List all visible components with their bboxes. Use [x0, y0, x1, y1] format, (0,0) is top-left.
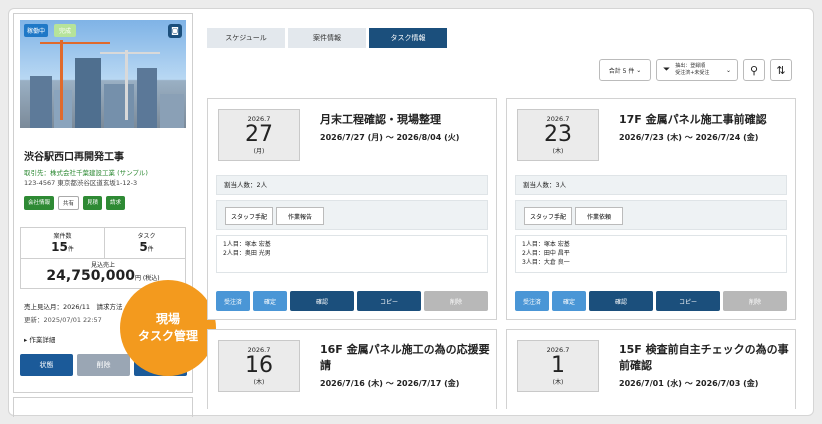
copy-button[interactable]: コピー	[357, 291, 421, 311]
task-actions: 受注済 確定 確認 コピー 削除	[515, 291, 787, 311]
sort-button[interactable]: ⇅	[770, 59, 792, 81]
task-assign-count: 割当人数：3人	[515, 175, 787, 195]
chevron-down-icon: ⌄	[636, 66, 642, 74]
task-period: 2026/7/23 (木) 〜 2026/7/24 (金)	[619, 133, 759, 142]
task-title[interactable]: 月末工程確認・現場整理	[320, 111, 441, 127]
stat-cases-label: 案件数	[53, 233, 72, 240]
task-person: 2人目：田中 昌平	[522, 250, 570, 257]
status-button[interactable]: 状態	[20, 354, 73, 376]
project-updated: 更新：2025/07/01 22:57	[24, 316, 102, 324]
task-date-weekday: (月)	[253, 148, 265, 155]
toolbar: 合計 5 件 ⌄ ⏷ 抽出：登録順 受注済+未受注 ⌄ ⚲ ⇅	[599, 59, 792, 81]
project-sales-month: 売上見込月：2026/11 請求方法	[24, 303, 123, 311]
filter-line2: 受注済+未受注	[675, 70, 710, 76]
task-assign-count: 割当人数：2人	[216, 175, 488, 195]
stat-tasks-unit: 件	[147, 246, 154, 253]
task-date: 2026.7 27 (月)	[218, 109, 300, 161]
task-period: 2026/7/16 (木) 〜 2026/7/17 (金)	[320, 379, 460, 388]
tag-estimate[interactable]: 見積	[83, 196, 103, 210]
stat-tasks: タスク 5件	[105, 228, 188, 258]
ordered-button[interactable]: 受注済	[216, 291, 250, 311]
feature-bubble: 現場 タスク管理	[120, 280, 216, 376]
filter-select[interactable]: ⏷ 抽出：登録順 受注済+未受注 ⌄	[656, 59, 738, 81]
confirm-button[interactable]: 確認	[290, 291, 354, 311]
fixed-button[interactable]: 確定	[253, 291, 287, 311]
count-select[interactable]: 合計 5 件 ⌄	[599, 59, 651, 81]
status-badge-complete: 完成	[54, 24, 77, 37]
tag-company-info[interactable]: 会社情報	[24, 196, 55, 210]
status-badge-running: 稼働中	[24, 24, 49, 37]
count-label: 合計 5 件	[608, 67, 635, 75]
task-date: 2026.7 23 (木)	[517, 109, 599, 161]
staff-arrange-button[interactable]: スタッフ手配	[524, 207, 572, 225]
task-date-weekday: (木)	[253, 379, 265, 386]
work-detail-toggle[interactable]: ▸ 作業詳細	[24, 334, 55, 344]
tab-bar: スケジュール 案件情報 タスク情報	[207, 28, 447, 48]
bubble-line1: 現場	[155, 312, 180, 326]
sort-icon: ⇅	[776, 63, 786, 77]
next-project-card	[13, 397, 193, 417]
task-person: 3人目：大倉 良一	[522, 259, 570, 266]
staff-arrange-button[interactable]: スタッフ手配	[225, 207, 273, 225]
project-client[interactable]: 取引先：株式会社千葉建設工業 (サンプル)	[24, 167, 148, 177]
task-date-day: 23	[544, 122, 572, 147]
task-people: 1人目：塚本 宏基 2人目：田中 昌平 3人目：大倉 良一	[515, 235, 787, 273]
tag-share[interactable]: 共有	[58, 196, 80, 210]
task-people: 1人目：塚本 宏基 2人目：奥田 光男	[216, 235, 488, 273]
project-address: 123-4567 東京都渋谷区道玄坂1-12-3	[24, 179, 138, 187]
stat-cases-value: 15	[51, 240, 68, 254]
task-period: 2026/7/01 (水) 〜 2026/7/03 (金)	[619, 379, 759, 388]
work-request-button[interactable]: 作業依頼	[575, 207, 623, 225]
task-person: 2人目：奥田 光男	[223, 250, 271, 257]
stat-cases: 案件数 15件	[21, 228, 104, 258]
project-title: 渋谷駅西口再開発工事	[24, 152, 124, 163]
delete-button[interactable]: 削除	[77, 354, 130, 376]
chevron-down-icon: ⌄	[725, 66, 731, 74]
work-report-button[interactable]: 作業報告	[276, 207, 324, 225]
divider	[21, 258, 185, 259]
task-card: 2026.7 23 (木) 17F 金属パネル施工事前確認 2026/7/23 …	[506, 98, 796, 320]
task-sub-actions: スタッフ手配 作業依頼	[515, 200, 787, 230]
task-card: 2026.7 16 (木) 16F 金属パネル施工の為の応援要請 2026/7/…	[207, 329, 497, 409]
stat-cases-unit: 件	[67, 246, 74, 253]
tab-task-info[interactable]: タスク情報	[369, 28, 447, 48]
task-title[interactable]: 15F 検査前自主チェックの為の事前確認	[619, 342, 789, 374]
tab-case-info[interactable]: 案件情報	[288, 28, 366, 48]
stat-tasks-value: 5	[139, 240, 148, 254]
task-date-day: 16	[245, 353, 273, 378]
tag-invoice[interactable]: 請求	[106, 196, 126, 210]
search-button[interactable]: ⚲	[743, 59, 765, 81]
task-card: 2026.7 27 (月) 月末工程確認・現場整理 2026/7/27 (月) …	[207, 98, 497, 320]
stat-sales-value: 24,750,000	[46, 268, 135, 284]
task-card: 2026.7 1 (木) 15F 検査前自主チェックの為の事前確認 2026/7…	[506, 329, 796, 409]
tab-schedule[interactable]: スケジュール	[207, 28, 285, 48]
project-tags: 会社情報 共有 見積 請求	[24, 196, 126, 210]
filter-line1: 抽出：登録順	[675, 63, 706, 69]
project-photo: 稼働中 完成 ◙	[20, 20, 186, 128]
copy-button[interactable]: コピー	[656, 291, 720, 311]
bubble-line2: タスク管理	[137, 329, 198, 343]
task-actions: 受注済 確定 確認 コピー 削除	[216, 291, 488, 311]
task-sub-actions: スタッフ手配 作業報告	[216, 200, 488, 230]
task-date-day: 1	[551, 353, 565, 378]
task-person: 1人目：塚本 宏基	[522, 241, 570, 248]
stat-tasks-label: タスク	[137, 233, 156, 240]
delete-button[interactable]: 削除	[723, 291, 787, 311]
task-date: 2026.7 1 (木)	[517, 340, 599, 392]
camera-icon[interactable]: ◙	[168, 24, 182, 38]
task-title[interactable]: 16F 金属パネル施工の為の応援要請	[320, 342, 490, 374]
ordered-button[interactable]: 受注済	[515, 291, 549, 311]
confirm-button[interactable]: 確認	[589, 291, 653, 311]
filter-icon: ⏷	[663, 64, 671, 75]
task-date-weekday: (木)	[552, 148, 564, 155]
search-icon: ⚲	[749, 63, 759, 77]
task-title[interactable]: 17F 金属パネル施工事前確認	[619, 111, 767, 127]
task-date-day: 27	[245, 122, 273, 147]
delete-button[interactable]: 削除	[424, 291, 488, 311]
task-period: 2026/7/27 (月) 〜 2026/8/04 (火)	[320, 133, 460, 142]
task-person: 1人目：塚本 宏基	[223, 241, 271, 248]
task-date-weekday: (木)	[552, 379, 564, 386]
task-date: 2026.7 16 (木)	[218, 340, 300, 392]
fixed-button[interactable]: 確定	[552, 291, 586, 311]
